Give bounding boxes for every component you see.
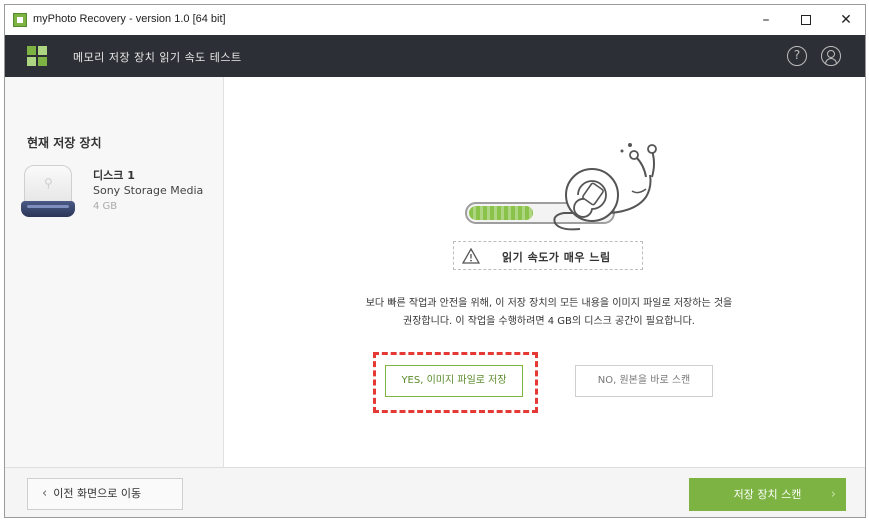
warning-triangle-icon <box>462 248 480 264</box>
scan-device-button[interactable]: 저장 장치 스캔 › <box>689 478 846 511</box>
window-title: myPhoto Recovery - version 1.0 [64 bit] <box>33 13 226 25</box>
back-button-label: 이전 화면으로 이동 <box>53 487 142 500</box>
recommendation-line-2: 권장합니다. 이 작업을 수행하려면 4 GB의 디스크 공간이 필요합니다. <box>403 316 695 327</box>
device-model: Sony Storage Media <box>93 184 204 197</box>
scan-original-button[interactable]: NO, 원본을 바로 스캔 <box>575 365 713 397</box>
warning-text: 읽기 속도가 매우 느림 <box>502 251 611 264</box>
recommendation-line-1: 보다 빠른 작업과 안전을 위해, 이 저장 장치의 모든 내용을 이미지 파일… <box>365 298 733 309</box>
title-bar: myPhoto Recovery - version 1.0 [64 bit] … <box>5 5 865 35</box>
back-button[interactable]: ‹ 이전 화면으로 이동 <box>27 478 183 510</box>
footer-bar: ‹ 이전 화면으로 이동 저장 장치 스캔 › <box>5 467 865 517</box>
close-button[interactable]: ✕ <box>833 9 859 31</box>
save-image-file-button[interactable]: YES, 이미지 파일로 저장 <box>385 365 523 397</box>
sidebar: 현재 저장 장치 ⚲ 디스크 1 Sony Storage Media 4 GB <box>5 77 224 467</box>
sidebar-heading: 현재 저장 장치 <box>27 136 102 150</box>
recommendation-text: 보다 빠른 작업과 안전을 위해, 이 저장 장치의 모든 내용을 이미지 파일… <box>275 295 823 331</box>
minimize-button[interactable]: – <box>753 9 779 31</box>
device-name: 디스크 1 <box>93 169 135 182</box>
app-window: myPhoto Recovery - version 1.0 [64 bit] … <box>4 4 866 518</box>
app-header: 메모리 저장 장치 읽기 속도 테스트 ? <box>5 35 865 77</box>
usb-drive-icon: ⚲ <box>21 165 77 223</box>
maximize-icon <box>801 15 811 25</box>
slow-speed-warning: 읽기 속도가 매우 느림 <box>453 241 643 270</box>
snail-illustration-icon <box>553 143 657 231</box>
account-icon[interactable] <box>821 46 841 66</box>
device-size: 4 GB <box>93 201 118 212</box>
app-logo-icon <box>13 13 27 27</box>
chevron-left-icon: ‹ <box>42 486 48 501</box>
main-panel: 읽기 속도가 매우 느림 보다 빠른 작업과 안전을 위해, 이 저장 장치의 … <box>225 77 865 467</box>
chevron-right-icon: › <box>830 487 836 502</box>
maximize-button[interactable] <box>793 9 819 31</box>
app-grid-logo-icon <box>27 46 47 66</box>
page-title: 메모리 저장 장치 읽기 속도 테스트 <box>73 51 242 64</box>
scan-button-label: 저장 장치 스캔 <box>733 488 802 501</box>
help-icon[interactable]: ? <box>787 46 807 66</box>
